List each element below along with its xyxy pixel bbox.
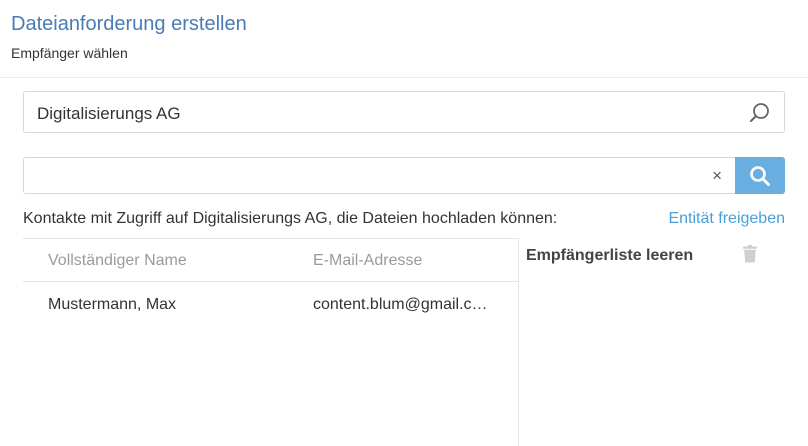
column-header-name[interactable]: Vollständiger Name xyxy=(48,252,187,270)
contact-name: Mustermann, Max xyxy=(48,296,177,313)
clear-recipients-label: Empfängerliste leeren xyxy=(526,247,694,264)
contact-email: content.blum@gmail.com xyxy=(313,296,493,313)
contacts-info-text: Kontakte mit Zugriff auf Digitalisierung… xyxy=(23,210,558,227)
entity-select[interactable]: Digitalisierungs AG xyxy=(23,91,785,133)
entity-select-value: Digitalisierungs AG xyxy=(37,104,181,123)
page-subtitle: Empfänger wählen xyxy=(11,45,128,61)
column-header-email[interactable]: E-Mail-Adresse xyxy=(313,252,422,270)
search-icon xyxy=(750,166,770,186)
dialog-header: Dateianforderung erstellen Empfänger wäh… xyxy=(0,0,808,78)
table-row[interactable]: Mustermann, Max content.blum@gmail.com xyxy=(23,283,518,329)
search-icon[interactable] xyxy=(748,101,772,125)
table-header-row: Vollständiger Name E-Mail-Adresse xyxy=(23,239,518,282)
share-entity-link[interactable]: Entität freigeben xyxy=(668,210,785,228)
contacts-table: Vollständiger Name E-Mail-Adresse Muster… xyxy=(23,238,519,446)
contact-search-input[interactable]: × xyxy=(23,157,736,194)
clear-icon[interactable]: × xyxy=(712,166,722,186)
page-title: Dateianforderung erstellen xyxy=(11,13,247,35)
search-button[interactable] xyxy=(735,157,785,194)
trash-icon[interactable] xyxy=(743,245,757,263)
